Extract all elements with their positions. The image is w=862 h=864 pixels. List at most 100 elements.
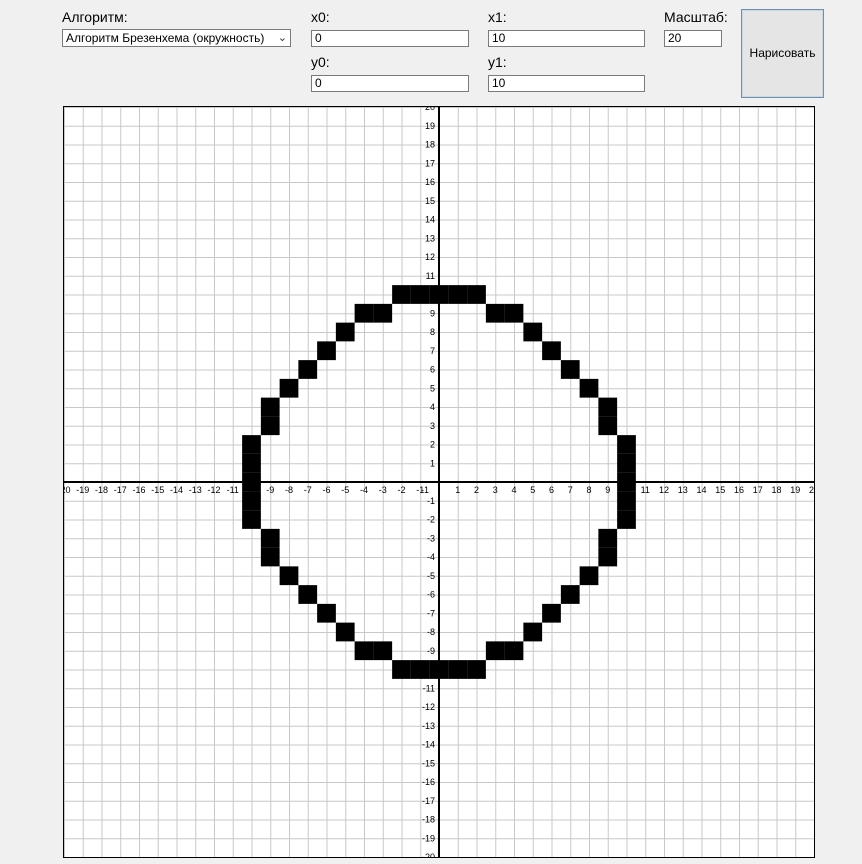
raster-pixel bbox=[335, 322, 355, 342]
x-tick-label: 14 bbox=[696, 485, 706, 495]
raster-pixel bbox=[598, 416, 618, 436]
y-tick-label: 5 bbox=[430, 383, 435, 393]
raster-pixel bbox=[260, 528, 280, 548]
scale-label: Масштаб: bbox=[664, 9, 728, 25]
raster-pixel bbox=[260, 547, 280, 567]
raster-pixel bbox=[560, 360, 580, 379]
y-tick-label: 17 bbox=[425, 158, 435, 168]
x-tick-label: 4 bbox=[511, 485, 516, 495]
y-tick-label: 18 bbox=[425, 140, 435, 150]
y-tick-label: -11 bbox=[423, 683, 435, 693]
x1-input[interactable]: 10 bbox=[488, 30, 645, 47]
y1-input[interactable]: 10 bbox=[488, 75, 645, 92]
x0-input[interactable]: 0 bbox=[311, 30, 469, 47]
raster-pixel bbox=[598, 547, 618, 567]
x0-label: x0: bbox=[311, 9, 330, 25]
x-tick-label: 19 bbox=[790, 485, 800, 495]
raster-pixel bbox=[279, 378, 299, 398]
raster-pixel bbox=[579, 378, 599, 398]
x1-label: x1: bbox=[488, 9, 507, 25]
y-tick-label: 7 bbox=[430, 346, 435, 356]
raster-pixel bbox=[523, 322, 543, 342]
x-tick-label: -2 bbox=[397, 485, 405, 495]
origin-tick-label: -1 bbox=[421, 485, 429, 495]
raster-pixel bbox=[279, 566, 299, 586]
x-tick-label: -8 bbox=[285, 485, 293, 495]
raster-pixel bbox=[617, 435, 636, 454]
x-tick-label: -9 bbox=[266, 485, 274, 495]
y-tick-label: -13 bbox=[422, 721, 435, 731]
y-tick-label: -18 bbox=[422, 815, 435, 825]
x-tick-label: 2 bbox=[474, 485, 479, 495]
y-tick-label: -12 bbox=[422, 702, 435, 712]
y-tick-label: -19 bbox=[422, 833, 435, 843]
y-tick-label: 11 bbox=[426, 271, 435, 281]
x-tick-label: 18 bbox=[771, 485, 781, 495]
y-tick-label: 3 bbox=[430, 421, 435, 431]
raster-pixel bbox=[392, 660, 411, 679]
raster-pixel bbox=[617, 510, 636, 529]
x-tick-label: 11 bbox=[641, 485, 650, 495]
raster-pixel bbox=[242, 435, 261, 454]
y-tick-label: 10 bbox=[425, 290, 435, 300]
x-tick-label: -17 bbox=[114, 485, 127, 495]
raster-pixel bbox=[542, 341, 561, 361]
raster-pixel bbox=[373, 303, 393, 323]
raster-pixel bbox=[242, 453, 261, 473]
raster-pixel bbox=[542, 603, 561, 623]
y-tick-label: 12 bbox=[425, 252, 435, 262]
y-tick-label: -15 bbox=[422, 758, 435, 768]
y-tick-label: 13 bbox=[425, 233, 435, 243]
x-tick-label: -19 bbox=[76, 485, 89, 495]
x-tick-label: 13 bbox=[678, 485, 688, 495]
raster-pixel bbox=[335, 622, 355, 642]
raster-pixel bbox=[523, 622, 543, 642]
raster-pixel bbox=[579, 566, 599, 586]
y-tick-label: -2 bbox=[427, 515, 435, 525]
y-tick-label: 4 bbox=[430, 402, 435, 412]
raster-pixel bbox=[485, 303, 505, 323]
raster-pixel bbox=[598, 397, 618, 417]
raster-pixel bbox=[260, 397, 280, 417]
draw-button[interactable]: Нарисовать bbox=[741, 9, 824, 98]
x-tick-label: 5 bbox=[530, 485, 535, 495]
drawing-canvas: -20-19-18-17-16-15-14-13-12-11-10-9-8-7-… bbox=[63, 106, 815, 858]
raster-pixel bbox=[242, 510, 261, 529]
scale-input[interactable]: 20 bbox=[664, 30, 722, 47]
x-tick-label: 1 bbox=[455, 485, 460, 495]
x-tick-label: 7 bbox=[568, 485, 573, 495]
raster-pixel bbox=[504, 641, 524, 661]
x-tick-label: -20 bbox=[64, 485, 71, 495]
y-tick-label: 2 bbox=[430, 440, 435, 450]
x-tick-label: -12 bbox=[207, 485, 220, 495]
y-tick-label: 6 bbox=[430, 365, 435, 375]
y-tick-label: -9 bbox=[427, 646, 435, 656]
algorithm-select[interactable]: Алгоритм Брезенхема (окружность) ⌄ bbox=[62, 29, 291, 47]
raster-pixel bbox=[373, 641, 393, 661]
y-tick-label: 15 bbox=[425, 196, 435, 206]
x-tick-label: -11 bbox=[227, 485, 239, 495]
algorithm-select-value: Алгоритм Брезенхема (окружность) bbox=[66, 31, 265, 45]
x-tick-label: -7 bbox=[304, 485, 312, 495]
y-tick-label: -3 bbox=[427, 533, 435, 543]
raster-pixel bbox=[448, 660, 468, 679]
y-tick-label: -17 bbox=[422, 796, 435, 806]
x-tick-label: 12 bbox=[659, 485, 669, 495]
x-tick-label: -14 bbox=[170, 485, 183, 495]
x-tick-label: 17 bbox=[753, 485, 763, 495]
raster-pixel bbox=[354, 303, 374, 323]
raster-pixel bbox=[317, 341, 336, 361]
y0-input[interactable]: 0 bbox=[311, 75, 469, 92]
x-tick-label: -13 bbox=[189, 485, 202, 495]
y-tick-label: 14 bbox=[425, 215, 435, 225]
raster-pixel bbox=[560, 585, 580, 604]
raster-pixel bbox=[598, 528, 618, 548]
raster-plot: -20-19-18-17-16-15-14-13-12-11-10-9-8-7-… bbox=[64, 107, 814, 857]
raster-pixel bbox=[298, 360, 318, 379]
raster-pixel bbox=[260, 416, 280, 436]
x-tick-label: -16 bbox=[132, 485, 145, 495]
y-tick-label: 9 bbox=[430, 308, 435, 318]
x-tick-label: -18 bbox=[95, 485, 108, 495]
x-tick-label: -3 bbox=[379, 485, 387, 495]
x-tick-label: -15 bbox=[151, 485, 164, 495]
